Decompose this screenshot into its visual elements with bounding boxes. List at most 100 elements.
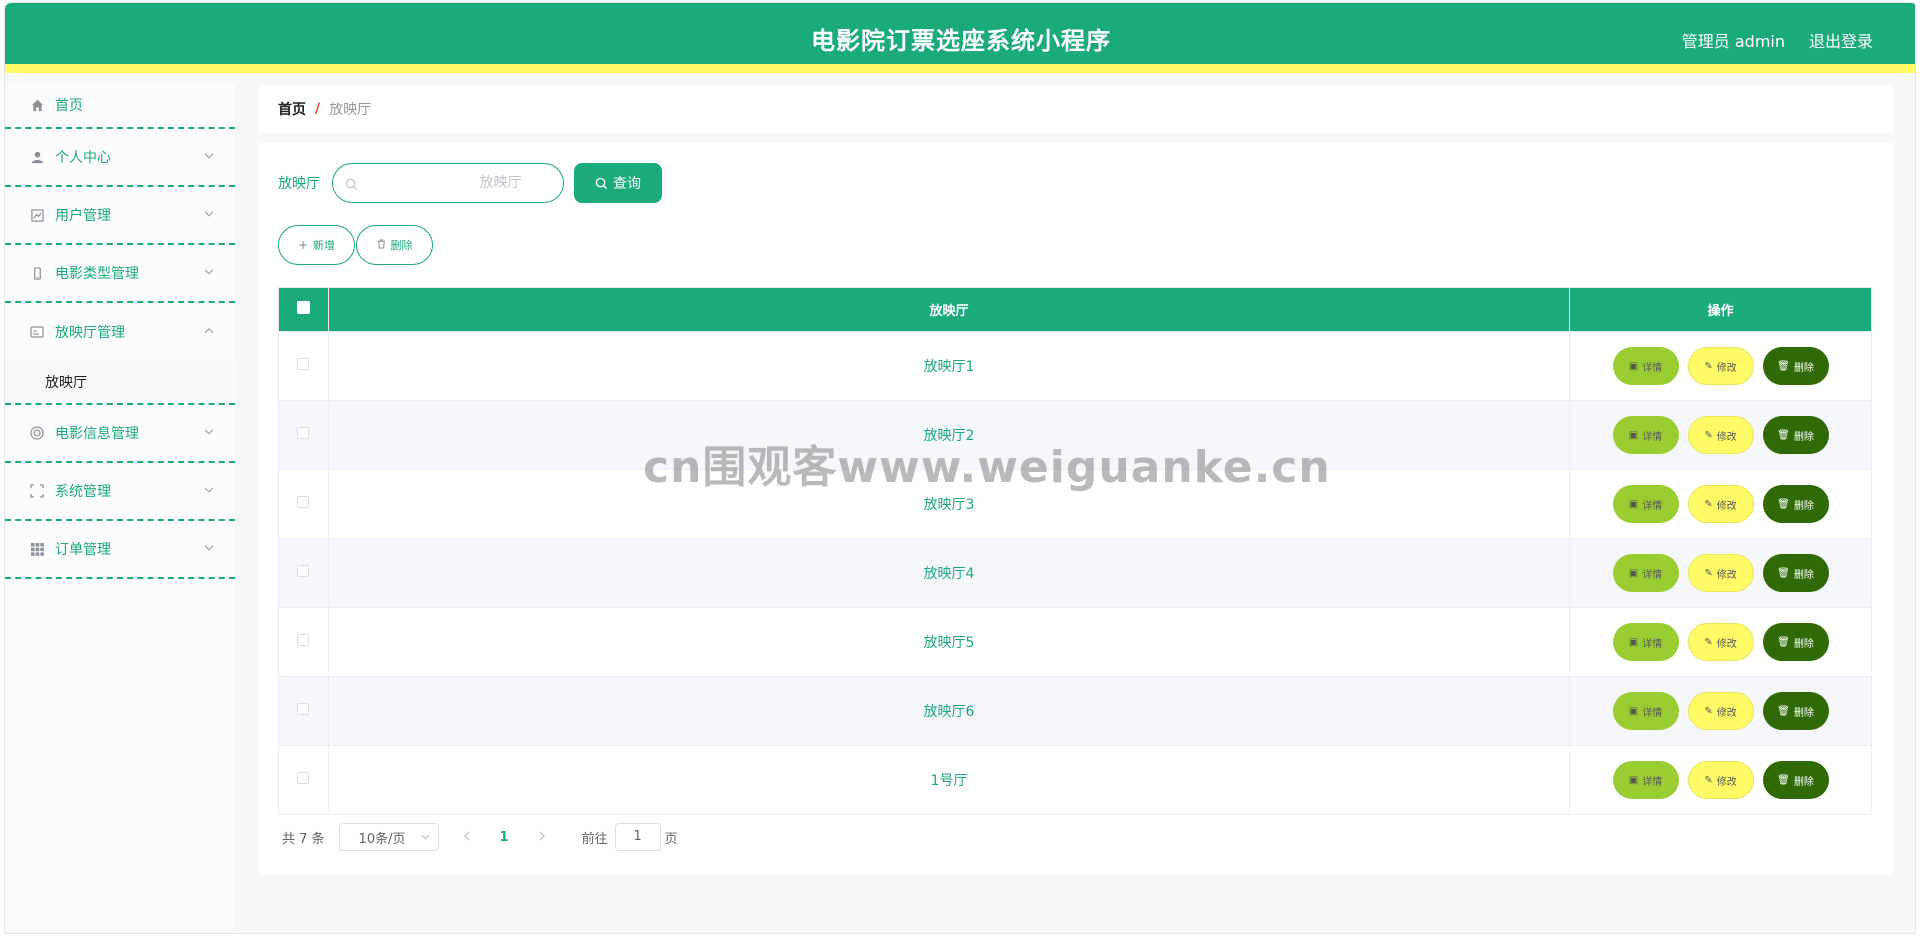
edit-label: 修改: [1716, 707, 1737, 719]
row-select-cell: [278, 331, 329, 401]
search-button-label: 查询: [613, 176, 641, 192]
hall-table: 放映厅 操作 放映厅1 ▣ 详情 ✎ 修改 🗑 删除 放映厅2 ▣ 详情 ✎ 修改 🗑 删除 放映厅3 ▣ 详情…: [278, 287, 1872, 815]
trash-icon: 🗑: [1777, 429, 1790, 441]
row-checkbox[interactable]: [297, 703, 310, 715]
row-checkbox[interactable]: [297, 358, 310, 370]
next-page-button[interactable]: [539, 829, 546, 845]
page-number[interactable]: 1: [500, 830, 509, 845]
sidebar-item-home[interactable]: 首页: [5, 83, 235, 129]
trash-icon: 🗑: [1777, 636, 1790, 648]
delete-button[interactable]: 🗑 删除: [1762, 623, 1829, 661]
trash-icon: 🗑: [1777, 567, 1790, 579]
sidebar: 首页 个人中心 用户管理 电影类型管理 放映厅管理 放映厅 电影信息管理 系统管…: [5, 83, 235, 933]
edit-label: 修改: [1716, 638, 1737, 650]
select-all-checkbox[interactable]: [296, 301, 310, 314]
target-icon: [29, 425, 45, 441]
delete-label: 删除: [1793, 362, 1814, 374]
hall-name-cell: 1号厅: [327, 745, 1571, 815]
hall-name-cell: 放映厅6: [327, 676, 1571, 746]
delete-button[interactable]: 🗑 删除: [1762, 692, 1829, 730]
row-select-cell: [278, 676, 329, 746]
row-checkbox[interactable]: [297, 634, 310, 646]
document-icon: ▣: [1628, 498, 1639, 510]
table-row: 1号厅 ▣ 详情 ✎ 修改 🗑 删除: [278, 745, 1872, 815]
page-size-select[interactable]: 10条/页: [338, 823, 439, 851]
edit-button[interactable]: ✎ 修改: [1687, 485, 1754, 523]
delete-label: 删除: [1793, 638, 1814, 650]
edit-button[interactable]: ✎ 修改: [1687, 761, 1754, 799]
detail-label: 详情: [1642, 707, 1663, 719]
detail-label: 详情: [1642, 569, 1663, 581]
table-row: 放映厅5 ▣ 详情 ✎ 修改 🗑 删除: [278, 607, 1872, 677]
edit-label: 修改: [1716, 431, 1737, 443]
sidebar-item-halls[interactable]: 放映厅管理: [5, 303, 235, 361]
add-button[interactable]: + 新增: [278, 225, 355, 265]
table-row: 放映厅4 ▣ 详情 ✎ 修改 🗑 删除: [278, 538, 1872, 608]
row-actions-cell: ▣ 详情 ✎ 修改 🗑 删除: [1569, 676, 1872, 746]
goto-page-input[interactable]: 1: [614, 823, 661, 851]
trash-icon: 🗑: [1777, 360, 1790, 372]
detail-button[interactable]: ▣ 详情: [1612, 554, 1679, 592]
detail-button[interactable]: ▣ 详情: [1612, 347, 1679, 385]
edit-label: 修改: [1716, 500, 1737, 512]
delete-label: 删除: [1793, 776, 1814, 788]
edit-label: 修改: [1716, 569, 1737, 581]
edit-button[interactable]: ✎ 修改: [1687, 416, 1754, 454]
edit-button[interactable]: ✎ 修改: [1687, 692, 1754, 730]
chevron-up-icon: [203, 325, 215, 337]
document-icon: ▣: [1628, 429, 1639, 441]
document-icon: ▣: [1628, 774, 1639, 786]
delete-button[interactable]: 🗑 删除: [1762, 761, 1829, 799]
search-icon: [345, 176, 358, 195]
row-checkbox[interactable]: [297, 427, 310, 439]
document-icon: ▣: [1628, 567, 1639, 579]
chart-icon: [29, 207, 45, 223]
trash-icon: 🗑: [1777, 774, 1790, 786]
breadcrumb-home[interactable]: 首页: [278, 99, 306, 119]
pencil-icon: ✎: [1704, 774, 1713, 786]
pencil-icon: ✎: [1704, 360, 1713, 372]
search-bar: 放映厅 查询: [278, 163, 662, 203]
edit-button[interactable]: ✎ 修改: [1687, 347, 1754, 385]
delete-button[interactable]: 🗑 删除: [1762, 416, 1829, 454]
search-button[interactable]: 查询: [574, 163, 662, 203]
search-icon: [595, 177, 608, 189]
detail-button[interactable]: ▣ 详情: [1612, 416, 1679, 454]
edit-button[interactable]: ✎ 修改: [1687, 623, 1754, 661]
prev-page-button[interactable]: [463, 829, 470, 845]
delete-label: 删除: [1793, 431, 1814, 443]
sidebar-item-label: 首页: [55, 98, 83, 114]
detail-button[interactable]: ▣ 详情: [1612, 485, 1679, 523]
home-icon: [29, 97, 45, 113]
sidebar-item-movie-info[interactable]: 电影信息管理: [5, 405, 235, 463]
row-select-cell: [278, 400, 329, 470]
sidebar-subitem-hall[interactable]: 放映厅: [5, 361, 235, 403]
pencil-icon: ✎: [1704, 705, 1713, 717]
row-select-cell: [278, 607, 329, 677]
sidebar-item-movie-types[interactable]: 电影类型管理: [5, 245, 235, 303]
pencil-icon: ✎: [1704, 429, 1713, 441]
select-all-cell: [278, 287, 329, 332]
row-actions-cell: ▣ 详情 ✎ 修改 🗑 删除: [1569, 331, 1872, 401]
delete-button[interactable]: 🗑 删除: [1762, 554, 1829, 592]
detail-button[interactable]: ▣ 详情: [1612, 623, 1679, 661]
edit-button[interactable]: ✎ 修改: [1687, 554, 1754, 592]
trash-icon: 🗑: [1777, 498, 1790, 510]
row-checkbox[interactable]: [297, 772, 310, 784]
search-label: 放映厅: [278, 176, 320, 192]
row-checkbox[interactable]: [297, 496, 310, 508]
detail-button[interactable]: ▣ 详情: [1612, 692, 1679, 730]
detail-button[interactable]: ▣ 详情: [1612, 761, 1679, 799]
delete-button[interactable]: 🗑 删除: [1762, 485, 1829, 523]
sidebar-item-personal[interactable]: 个人中心: [5, 129, 235, 187]
sidebar-item-users[interactable]: 用户管理: [5, 187, 235, 245]
breadcrumb-separator: /: [315, 101, 321, 117]
row-checkbox[interactable]: [297, 565, 310, 577]
logout-link[interactable]: 退出登录: [1809, 28, 1873, 52]
delete-button[interactable]: 🗑 删除: [1762, 347, 1829, 385]
batch-delete-button[interactable]: 删除: [356, 225, 433, 265]
sidebar-item-system[interactable]: 系统管理: [5, 463, 235, 521]
column-header-hall: 放映厅: [327, 287, 1571, 332]
search-input[interactable]: [363, 164, 558, 202]
sidebar-item-orders[interactable]: 订单管理: [5, 521, 235, 579]
